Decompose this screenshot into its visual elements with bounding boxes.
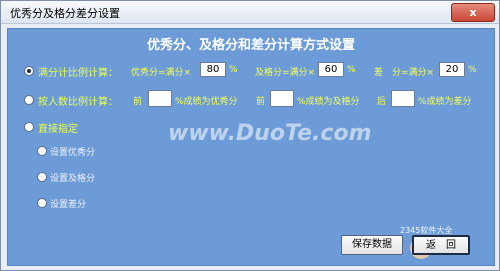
- back-button[interactable]: 返 回: [412, 235, 470, 255]
- watermark-text: www.DuoTe.com: [168, 121, 372, 146]
- radio-percent-of-people[interactable]: [24, 95, 34, 105]
- radio-set-excellent[interactable]: [37, 146, 47, 156]
- top-pass-input[interactable]: [270, 90, 294, 107]
- poor-percent-input[interactable]: 20: [439, 62, 465, 77]
- window-title: 优秀分及格分差分设置: [10, 7, 120, 20]
- excellent-percent-input[interactable]: 80: [200, 62, 226, 77]
- settings-window: 优秀分及格分差分设置 x 优秀分、及格分和差分计算方式设置 www.DuoTe.…: [0, 0, 500, 271]
- top-excellent-prefix: 前: [133, 97, 143, 107]
- radio-direct-specify[interactable]: [24, 122, 34, 132]
- set-pass-label: 设置及格分: [50, 174, 96, 184]
- panel-heading: 优秀分、及格分和差分计算方式设置: [146, 38, 355, 53]
- top-excellent-input[interactable]: [148, 90, 172, 107]
- settings-panel: 优秀分、及格分和差分计算方式设置 www.DuoTe.com 满分计比例计算： …: [7, 28, 495, 266]
- pass-formula-label: 及格分=满分×: [255, 68, 316, 78]
- option-percent-of-full-label: 满分计比例计算：: [38, 68, 118, 79]
- bottom-poor-prefix: 后: [377, 97, 387, 107]
- option-percent-of-people-label: 按人数比例计算：: [38, 97, 118, 108]
- poor-formula-label: 差 分=满分×: [374, 68, 435, 78]
- poor-percent-unit: %: [468, 65, 477, 75]
- excellent-formula-label: 优秀分=满分×: [131, 68, 192, 78]
- close-button[interactable]: x: [451, 3, 495, 22]
- top-pass-suffix: %成绩为及格分: [297, 97, 360, 107]
- bottom-poor-input[interactable]: [391, 90, 415, 107]
- radio-set-poor[interactable]: [37, 198, 47, 208]
- save-data-button[interactable]: 保存数据: [341, 235, 403, 255]
- top-excellent-suffix: %成绩为优秀分: [175, 97, 238, 107]
- option-direct-specify-label: 直接指定: [38, 124, 78, 135]
- radio-percent-of-full[interactable]: [24, 66, 34, 76]
- set-excellent-label: 设置优秀分: [50, 148, 96, 158]
- pass-percent-unit: %: [347, 65, 356, 75]
- bottom-poor-suffix: %成绩为差分: [418, 97, 472, 107]
- title-bar: 优秀分及格分差分设置 x: [1, 1, 499, 24]
- top-pass-prefix: 前: [256, 97, 266, 107]
- excellent-percent-unit: %: [229, 65, 238, 75]
- pass-percent-input[interactable]: 60: [318, 62, 344, 77]
- radio-set-pass[interactable]: [37, 172, 47, 182]
- set-poor-label: 设置差分: [50, 200, 87, 210]
